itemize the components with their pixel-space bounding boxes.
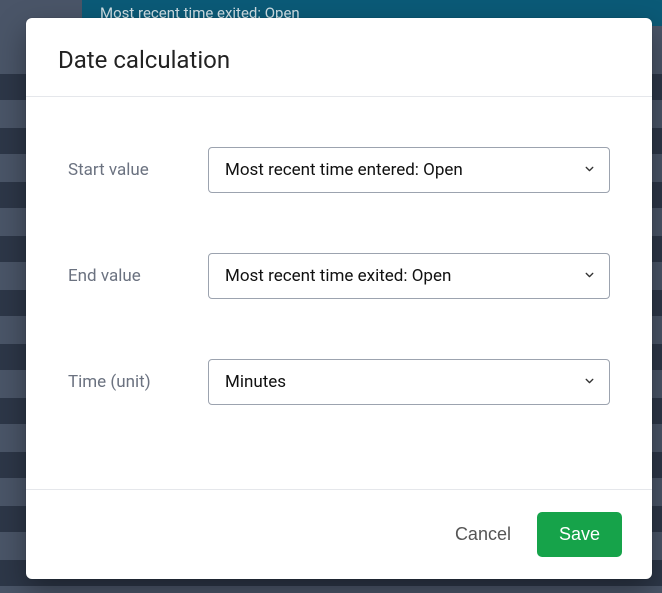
start-value-select[interactable]: Most recent time entered: Open <box>208 147 610 193</box>
date-calculation-dialog: Date calculation Start value Most recent… <box>26 18 652 579</box>
time-unit-label: Time (unit) <box>68 372 208 392</box>
start-value-row: Start value Most recent time entered: Op… <box>68 147 610 193</box>
time-unit-selected: Minutes <box>225 372 286 392</box>
end-value-selected: Most recent time exited: Open <box>225 266 451 286</box>
cancel-button[interactable]: Cancel <box>449 516 517 553</box>
time-unit-select-wrap: Minutes <box>208 359 610 405</box>
dialog-title: Date calculation <box>58 46 620 74</box>
dialog-header: Date calculation <box>26 18 652 96</box>
dialog-footer: Cancel Save <box>26 490 652 579</box>
end-value-select[interactable]: Most recent time exited: Open <box>208 253 610 299</box>
end-value-label: End value <box>68 266 208 286</box>
start-value-select-wrap: Most recent time entered: Open <box>208 147 610 193</box>
dialog-body: Start value Most recent time entered: Op… <box>26 97 652 489</box>
start-value-selected: Most recent time entered: Open <box>225 160 463 180</box>
time-unit-select[interactable]: Minutes <box>208 359 610 405</box>
time-unit-row: Time (unit) Minutes <box>68 359 610 405</box>
start-value-label: Start value <box>68 160 208 180</box>
end-value-select-wrap: Most recent time exited: Open <box>208 253 610 299</box>
save-button[interactable]: Save <box>537 512 622 557</box>
end-value-row: End value Most recent time exited: Open <box>68 253 610 299</box>
